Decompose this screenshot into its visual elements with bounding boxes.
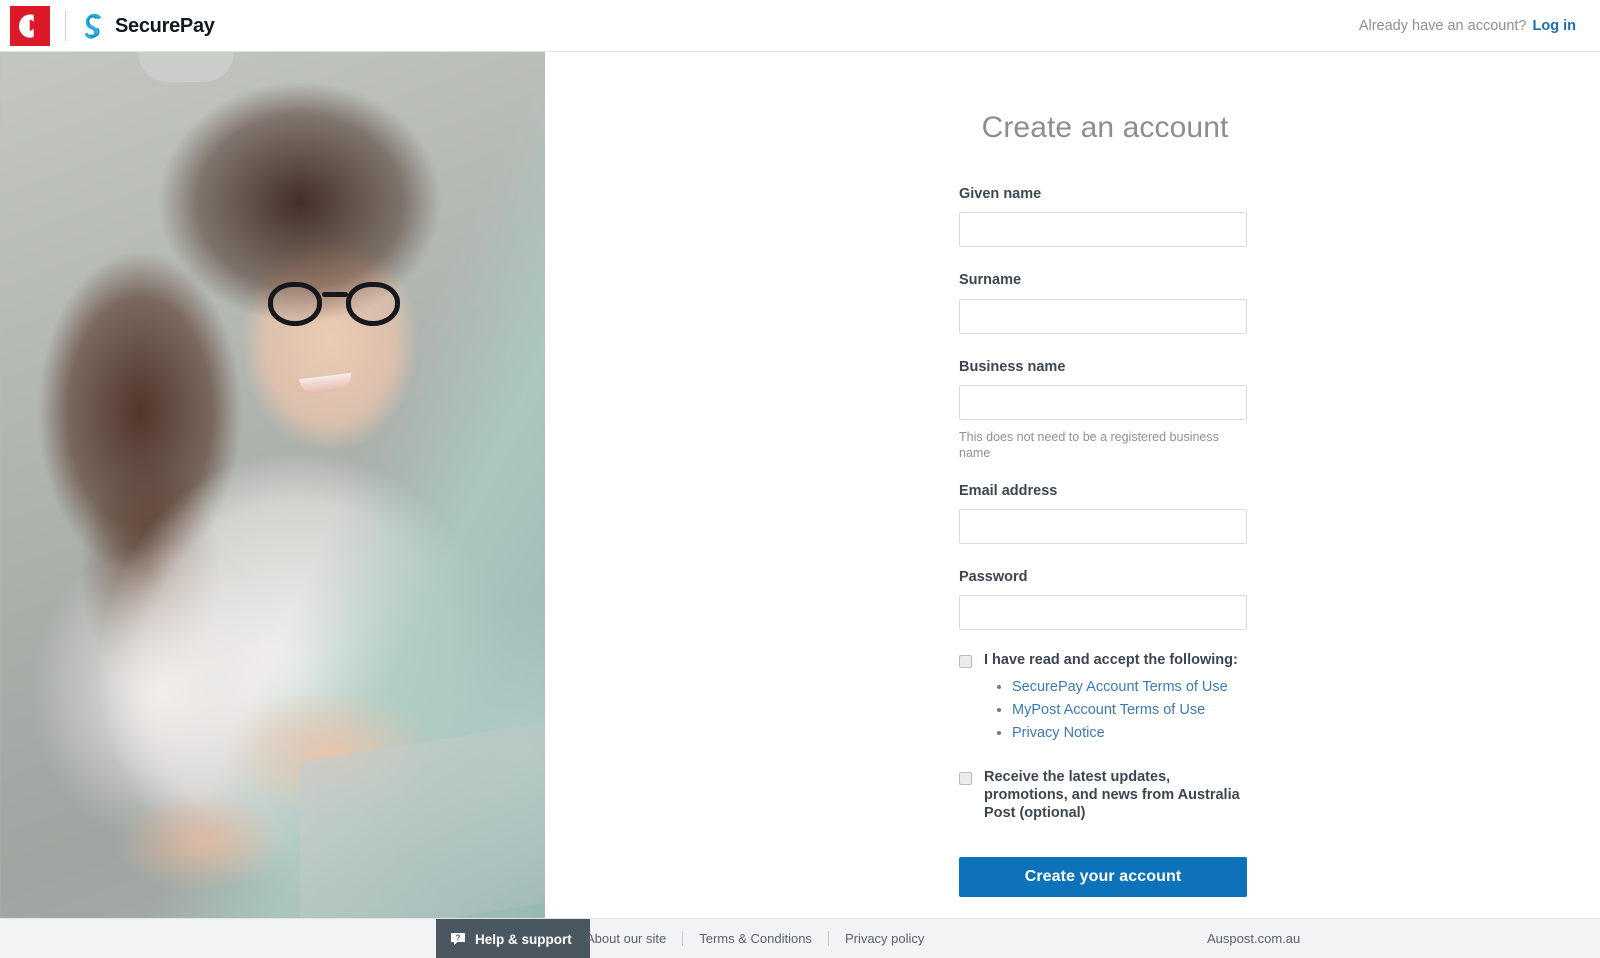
- label-password: Password: [959, 569, 1028, 586]
- securepay-spiral-icon: [80, 11, 108, 41]
- terms-links-list: SecurePay Account Terms of Use MyPost Ac…: [959, 676, 1251, 744]
- list-item: MyPost Account Terms of Use: [1012, 699, 1251, 721]
- site-header: SecurePay Already have an account? Log i…: [0, 0, 1600, 52]
- field-business-name: Business name This does not need to be a…: [959, 359, 1251, 462]
- hero-ceiling-light: [138, 52, 234, 82]
- signup-page: SecurePay Already have an account? Log i…: [0, 0, 1600, 958]
- email-address-input[interactable]: [959, 509, 1247, 545]
- site-footer: ? Help & support About our site Terms & …: [0, 918, 1600, 958]
- account-prompt-text: Already have an account?: [1358, 17, 1527, 34]
- about-our-site-link[interactable]: About our site: [570, 931, 682, 946]
- australia-post-logo-icon[interactable]: [10, 5, 50, 46]
- privacy-notice-link[interactable]: Privacy Notice: [1012, 725, 1105, 741]
- help-and-support-button[interactable]: ? Help & support: [436, 919, 590, 958]
- page-title: Create an account: [981, 111, 1229, 144]
- terms-checkbox-label: I have read and accept the following:: [984, 652, 1238, 669]
- privacy-policy-link[interactable]: Privacy policy: [829, 931, 940, 946]
- business-name-input[interactable]: [959, 385, 1247, 421]
- auspost-site-label: Auspost.com.au: [1207, 931, 1301, 946]
- signup-form-column: Create an account Given name Surname Bus…: [959, 52, 1251, 898]
- field-surname: Surname: [959, 272, 1251, 334]
- terms-acceptance-row: I have read and accept the following:: [959, 652, 1251, 670]
- terms-checkbox[interactable]: [959, 655, 972, 669]
- given-name-input[interactable]: [959, 212, 1247, 248]
- securepay-terms-link[interactable]: SecurePay Account Terms of Use: [1012, 679, 1228, 695]
- label-surname: Surname: [959, 272, 1022, 289]
- label-given-name: Given name: [959, 186, 1042, 202]
- marketing-checkbox[interactable]: [959, 772, 972, 786]
- help-and-support-label: Help & support: [475, 931, 572, 947]
- securepay-wordmark: SecurePay: [115, 14, 215, 37]
- list-item: Privacy Notice: [1012, 722, 1251, 744]
- business-name-help-text: This does not need to be a registered bu…: [959, 430, 1219, 461]
- footer-links: About our site Terms & Conditions Privac…: [570, 919, 940, 958]
- securepay-brand[interactable]: SecurePay: [80, 11, 215, 41]
- terms-and-conditions-link[interactable]: Terms & Conditions: [683, 931, 828, 946]
- surname-input[interactable]: [959, 298, 1247, 334]
- field-email-address: Email address: [959, 482, 1251, 545]
- header-account-area: Already have an account? Log in: [1359, 18, 1576, 34]
- password-input[interactable]: [959, 595, 1247, 631]
- help-speech-bubble-icon: ?: [450, 932, 466, 946]
- marketing-checkbox-label: Receive the latest updates, promotions, …: [984, 769, 1240, 821]
- field-password: Password: [959, 569, 1251, 631]
- label-business-name: Business name: [959, 358, 1066, 375]
- field-given-name: Given name: [959, 186, 1251, 248]
- brand-divider: [65, 10, 66, 41]
- label-email-address: Email address: [959, 482, 1058, 499]
- signup-form-area: Create an account Given name Surname Bus…: [545, 52, 1600, 918]
- login-link[interactable]: Log in: [1533, 18, 1577, 34]
- list-item: SecurePay Account Terms of Use: [1012, 676, 1251, 698]
- mypost-terms-link[interactable]: MyPost Account Terms of Use: [1012, 702, 1205, 718]
- marketing-optin-row: Receive the latest updates, promotions, …: [959, 769, 1251, 822]
- create-account-button[interactable]: Create your account: [959, 857, 1247, 898]
- svg-text:?: ?: [456, 933, 461, 942]
- brand-group[interactable]: SecurePay: [10, 0, 215, 52]
- hero-image-panel: [0, 52, 545, 918]
